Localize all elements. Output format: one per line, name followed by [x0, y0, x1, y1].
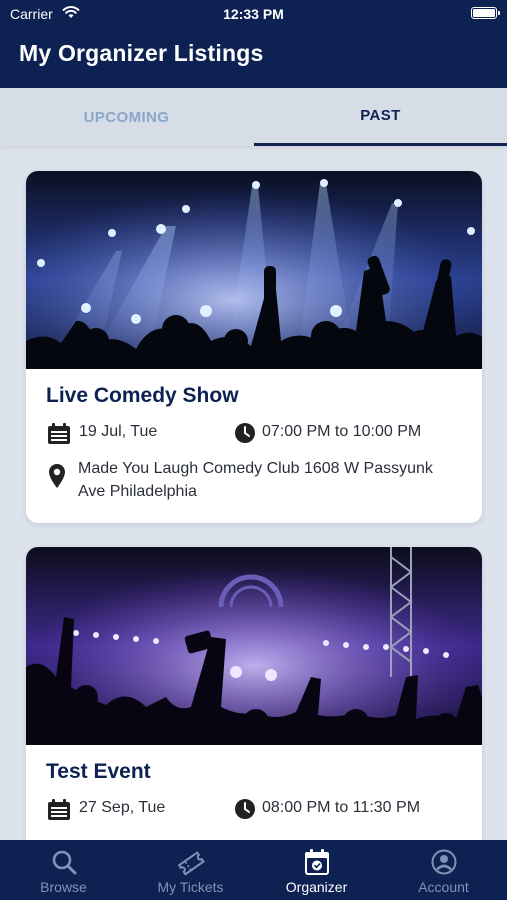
event-title: Test Event [46, 760, 151, 783]
nav-my-tickets[interactable]: My Tickets [127, 840, 254, 900]
event-card[interactable]: Test Event 27 Sep, Tue 08:00 PM to 11:30… [26, 547, 482, 877]
calendar-icon [48, 799, 70, 820]
listing-tabs: UPCOMING PAST [0, 88, 507, 146]
page-title: My Organizer Listings [19, 40, 264, 66]
clock-icon [235, 423, 255, 443]
nav-my-tickets-label: My Tickets [157, 879, 224, 895]
calendar-icon [48, 423, 70, 444]
tab-upcoming[interactable]: UPCOMING [0, 88, 253, 146]
nav-browse[interactable]: Browse [0, 840, 127, 900]
event-date-text: 27 Sep, Tue [79, 799, 166, 816]
bottom-nav: Browse My Tickets Organizer Account [0, 840, 507, 900]
account-icon [431, 849, 456, 875]
nav-account-label: Account [418, 879, 469, 895]
nav-organizer-label: Organizer [285, 879, 348, 895]
event-image-concert [26, 171, 482, 369]
calendar-icon [304, 849, 329, 875]
tab-past[interactable]: PAST [254, 88, 507, 146]
location-pin-icon [49, 464, 65, 488]
event-time-text: 08:00 PM to 11:30 PM [262, 799, 421, 816]
nav-browse-label: Browse [40, 879, 87, 895]
ticket-icon [177, 851, 205, 876]
event-card[interactable]: Live Comedy Show 19 Jul, Tue 07:00 PM to… [26, 171, 482, 523]
clock-icon [235, 799, 255, 819]
clock: 12:33 PM [223, 6, 284, 22]
app-header: Carrier 12:33 PM My Organizer Listings [0, 0, 507, 88]
event-venue: Made You Laugh Comedy Club 1608 W Passyu… [78, 460, 433, 500]
event-image-festival [26, 547, 482, 745]
event-date-text: 19 Jul, Tue [79, 423, 158, 440]
search-icon [52, 850, 76, 875]
event-title: Live Comedy Show [46, 384, 239, 407]
event-time-text: 07:00 PM to 10:00 PM [262, 423, 422, 440]
nav-account[interactable]: Account [380, 840, 507, 900]
battery-icon [471, 7, 500, 19]
status-bar: Carrier 12:33 PM [0, 0, 507, 28]
nav-organizer[interactable]: Organizer [253, 840, 380, 900]
